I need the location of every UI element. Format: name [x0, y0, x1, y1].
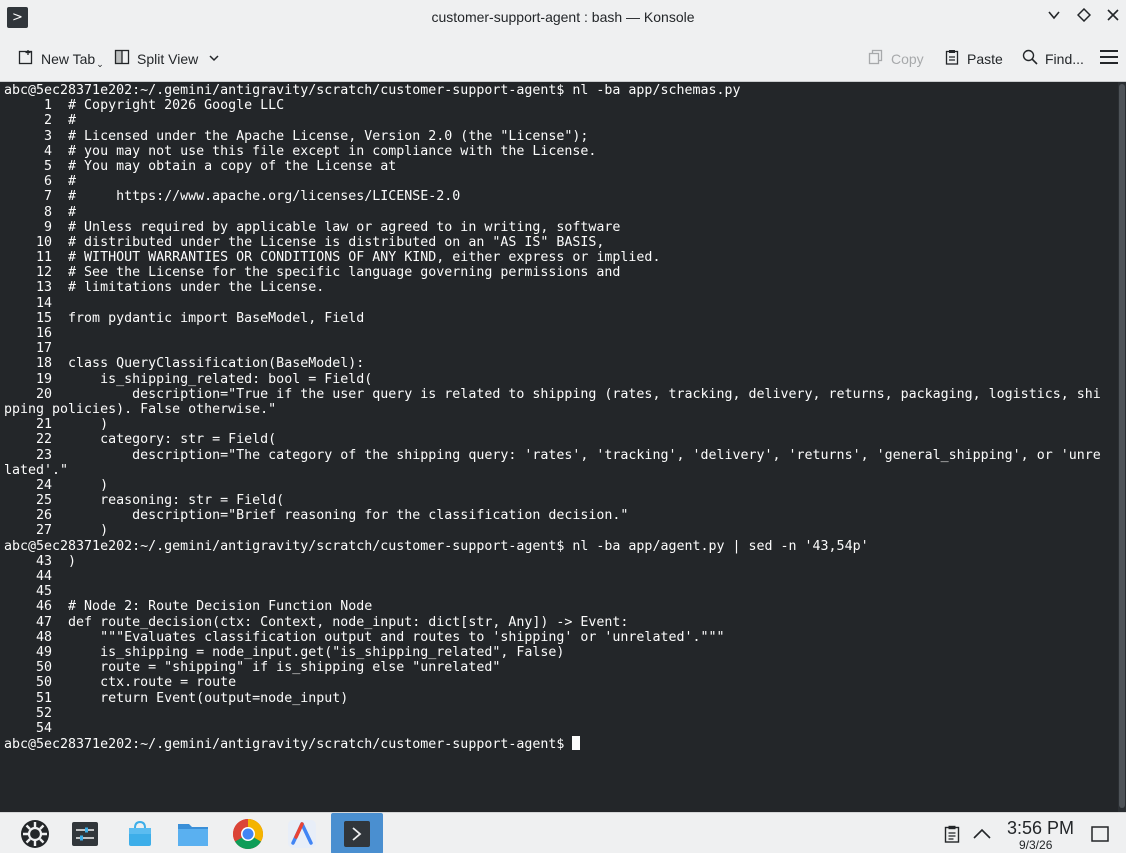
copy-icon	[868, 49, 884, 69]
dropdown-caret-icon: ⌄	[96, 60, 104, 70]
split-view-icon	[114, 49, 130, 69]
terminal-line: 48 """Evaluates classification output an…	[4, 629, 725, 645]
text-cursor	[572, 736, 581, 751]
toolbar: New Tab ⌄ Split View Copy Paste Find...	[0, 36, 1126, 82]
terminal-line: 6 #	[4, 174, 77, 190]
new-tab-label: New Tab	[41, 51, 96, 67]
find-label: Find...	[1045, 51, 1084, 67]
split-view-label: Split View	[137, 51, 199, 67]
terminal-line: 45	[4, 584, 69, 600]
close-icon[interactable]	[1102, 6, 1124, 28]
title-bar: > customer-support-agent : bash — Konsol…	[0, 0, 1126, 36]
terminal-line: 16	[4, 326, 69, 341]
terminal-line: 50 route = "shipping" if is_shipping els…	[4, 660, 501, 676]
shell-prompt: abc@5ec28371e202:~/.gemini/antigravity/s…	[4, 737, 573, 753]
search-icon	[1022, 49, 1038, 69]
hamburger-menu-icon[interactable]	[1100, 50, 1118, 66]
app-launcher-icon[interactable]	[18, 817, 52, 851]
terminal-line: 27 )	[4, 523, 109, 539]
terminal-line: 24 )	[4, 477, 109, 493]
paste-label: Paste	[967, 51, 1003, 67]
chevron-down-icon[interactable]	[208, 51, 220, 67]
paste-icon	[944, 49, 960, 69]
discover-store-icon[interactable]	[123, 817, 157, 851]
terminal-line: 5 # You may obtain a copy of the License…	[4, 158, 397, 174]
terminal-line: 2 #	[4, 113, 77, 129]
terminal-line: 23 description="The category of the ship…	[4, 447, 1101, 463]
terminal-line: 11 # WITHOUT WARRANTIES OR CONDITIONS OF…	[4, 250, 661, 266]
terminal-line: 17	[4, 341, 69, 357]
terminal-line: 49 is_shipping = node_input.get("is_ship…	[4, 644, 565, 660]
terminal-line: 22 category: str = Field(	[4, 432, 277, 448]
terminal-view[interactable]: abc@5ec28371e202:~/.gemini/antigravity/s…	[0, 82, 1118, 812]
copy-label: Copy	[891, 51, 924, 67]
show-desktop-icon[interactable]	[1085, 817, 1115, 851]
taskbar: 3:56 PM 9/3/26	[0, 812, 1126, 853]
terminal-line: 15 from pydantic import BaseModel, Field	[4, 310, 365, 326]
terminal-line: 54	[4, 720, 69, 736]
terminal-line: 43 )	[4, 553, 77, 569]
terminal-line: 20 description="True if the user query i…	[4, 386, 1101, 402]
terminal-line: abc@5ec28371e202:~/.gemini/antigravity/s…	[4, 538, 869, 554]
terminal-line: 14	[4, 295, 69, 311]
new-tab-icon	[18, 49, 34, 69]
terminal-line: 9 # Unless required by applicable law or…	[4, 219, 621, 235]
split-view-button[interactable]: Split View	[114, 48, 220, 70]
terminal-line: 47 def route_decision(ctx: Context, node…	[4, 614, 629, 630]
copy-button[interactable]: Copy	[868, 48, 924, 70]
terminal-line: abc@5ec28371e202:~/.gemini/antigravity/s…	[4, 83, 741, 98]
antigravity-icon[interactable]	[285, 817, 319, 851]
terminal-line: 25 reasoning: str = Field(	[4, 493, 285, 509]
terminal-line: 12 # See the License for the specific la…	[4, 265, 621, 281]
terminal-line: 1 # Copyright 2026 Google LLC	[4, 98, 285, 114]
paste-button[interactable]: Paste	[944, 48, 1003, 70]
new-tab-button[interactable]: New Tab ⌄	[18, 48, 104, 70]
terminal-line: 51 return Event(output=node_input)	[4, 690, 349, 706]
terminal-line: 4 # you may not use this file except in …	[4, 143, 597, 159]
system-settings-icon[interactable]	[68, 817, 102, 851]
terminal-line: 44	[4, 569, 69, 584]
terminal-line: 18 class QueryClassification(BaseModel):	[4, 356, 365, 372]
clipboard-icon[interactable]	[937, 817, 967, 851]
terminal-line: 10 # distributed under the License is di…	[4, 234, 605, 250]
terminal-line: lated'."	[4, 462, 69, 478]
terminal-line: 3 # Licensed under the Apache License, V…	[4, 128, 589, 144]
file-manager-icon[interactable]	[176, 817, 210, 851]
scrollbar[interactable]	[1118, 82, 1126, 812]
konsole-icon[interactable]	[331, 813, 383, 853]
terminal-line: 8 #	[4, 204, 77, 220]
terminal-line: 46 # Node 2: Route Decision Function Nod…	[4, 599, 373, 615]
clock-date[interactable]: 9/3/26	[1019, 838, 1052, 852]
chevron-up-icon[interactable]	[967, 817, 997, 851]
window-title: customer-support-agent : bash — Konsole	[431, 9, 695, 25]
terminal-line: pping policies). False otherwise."	[4, 401, 277, 417]
scrollbar-thumb[interactable]	[1119, 84, 1125, 808]
terminal-line: 13 # limitations under the License.	[4, 280, 325, 296]
chrome-icon[interactable]	[231, 817, 265, 851]
find-button[interactable]: Find...	[1022, 48, 1084, 70]
terminal-line: 52	[4, 705, 69, 721]
terminal-prompt-line[interactable]: abc@5ec28371e202:~/.gemini/antigravity/s…	[4, 736, 1118, 753]
terminal-line: 50 ctx.route = route	[4, 675, 237, 691]
chevron-down-icon[interactable]	[1043, 6, 1065, 28]
clock-time[interactable]: 3:56 PM	[1007, 818, 1074, 839]
terminal-line: 7 # https://www.apache.org/licenses/LICE…	[4, 189, 461, 205]
terminal-line: 19 is_shipping_related: bool = Field(	[4, 371, 373, 387]
terminal-line: 26 description="Brief reasoning for the …	[4, 508, 629, 524]
terminal-line: 21 )	[4, 417, 109, 433]
diamond-icon[interactable]	[1073, 6, 1095, 28]
